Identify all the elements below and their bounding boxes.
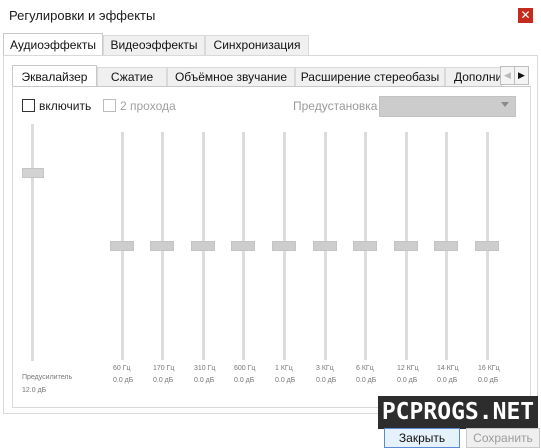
band-thumb[interactable]	[150, 241, 174, 251]
band-thumb[interactable]	[110, 241, 134, 251]
band-frequency-label: 170 Гц	[153, 365, 175, 372]
band-frequency-label: 310 Гц	[194, 365, 216, 372]
band-value-label: 0.0 дБ	[113, 377, 134, 384]
tab-equalizer[interactable]: Эквалайзер	[12, 65, 97, 88]
band-frequency-label: 14 КГц	[437, 365, 459, 372]
band-frequency-label: 12 КГц	[397, 365, 419, 372]
tab-synchronization[interactable]: Синхронизация	[205, 35, 309, 55]
preset-dropdown[interactable]	[379, 96, 516, 117]
tab-stereo-widening[interactable]: Расширение стереобазы	[295, 67, 445, 87]
band-value-label: 0.0 дБ	[194, 377, 215, 384]
close-icon[interactable]: ✕	[518, 8, 533, 23]
tab-advanced[interactable]: Дополнительно	[445, 67, 502, 86]
band-thumb[interactable]	[313, 241, 337, 251]
preset-label: Предустановка	[293, 99, 378, 113]
two-pass-label: 2 прохода	[120, 99, 176, 113]
title-bar: Регулировки и эффекты ✕	[0, 0, 541, 31]
band-frequency-label: 16 КГц	[478, 365, 500, 372]
band-thumb[interactable]	[394, 241, 418, 251]
enable-label: включить	[39, 99, 92, 113]
preamp-track	[31, 124, 34, 361]
inner-tab-bar: Эквалайзер Сжатие Объёмное звучание Расш…	[12, 65, 502, 88]
band-value-label: 0.0 дБ	[356, 377, 377, 384]
band-thumb[interactable]	[191, 241, 215, 251]
band-value-label: 0.0 дБ	[316, 377, 337, 384]
band-value-label: 0.0 дБ	[153, 377, 174, 384]
band-value-label: 0.0 дБ	[234, 377, 255, 384]
scroll-left-icon[interactable]: ◀	[500, 66, 515, 85]
window-title: Регулировки и эффекты	[9, 8, 156, 23]
save-button[interactable]: Сохранить	[466, 428, 540, 448]
scroll-right-icon[interactable]: ▶	[514, 66, 529, 85]
preamp-label: Предусилитель	[22, 374, 73, 381]
two-pass-checkbox[interactable]	[103, 99, 116, 112]
band-thumb[interactable]	[434, 241, 458, 251]
band-frequency-label: 1 КГц	[275, 365, 293, 372]
band-value-label: 0.0 дБ	[478, 377, 499, 384]
band-value-label: 0.0 дБ	[397, 377, 418, 384]
tab-video-effects[interactable]: Видеоэффекты	[103, 35, 205, 55]
close-button[interactable]: Закрыть	[384, 428, 460, 448]
preamp-value: 12.0 дБ	[22, 387, 47, 394]
band-frequency-label: 6 КГц	[356, 365, 374, 372]
band-thumb[interactable]	[353, 241, 377, 251]
band-frequency-label: 600 Гц	[234, 365, 256, 372]
preamp-thumb[interactable]	[22, 168, 44, 178]
watermark-logo: PCPROGS.NET	[378, 396, 538, 429]
band-value-label: 0.0 дБ	[275, 377, 296, 384]
tab-scroll-arrows: ◀ ▶	[500, 66, 529, 85]
band-thumb[interactable]	[475, 241, 499, 251]
tab-audio-effects[interactable]: Аудиоэффекты	[3, 33, 103, 56]
enable-checkbox[interactable]	[22, 99, 35, 112]
tab-surround[interactable]: Объёмное звучание	[167, 67, 295, 87]
band-thumb[interactable]	[231, 241, 255, 251]
band-frequency-label: 60 Гц	[113, 365, 131, 372]
tab-compression[interactable]: Сжатие	[97, 67, 167, 87]
chevron-down-icon	[501, 102, 509, 107]
band-value-label: 0.0 дБ	[437, 377, 458, 384]
band-frequency-label: 3 КГц	[316, 365, 334, 372]
band-thumb[interactable]	[272, 241, 296, 251]
